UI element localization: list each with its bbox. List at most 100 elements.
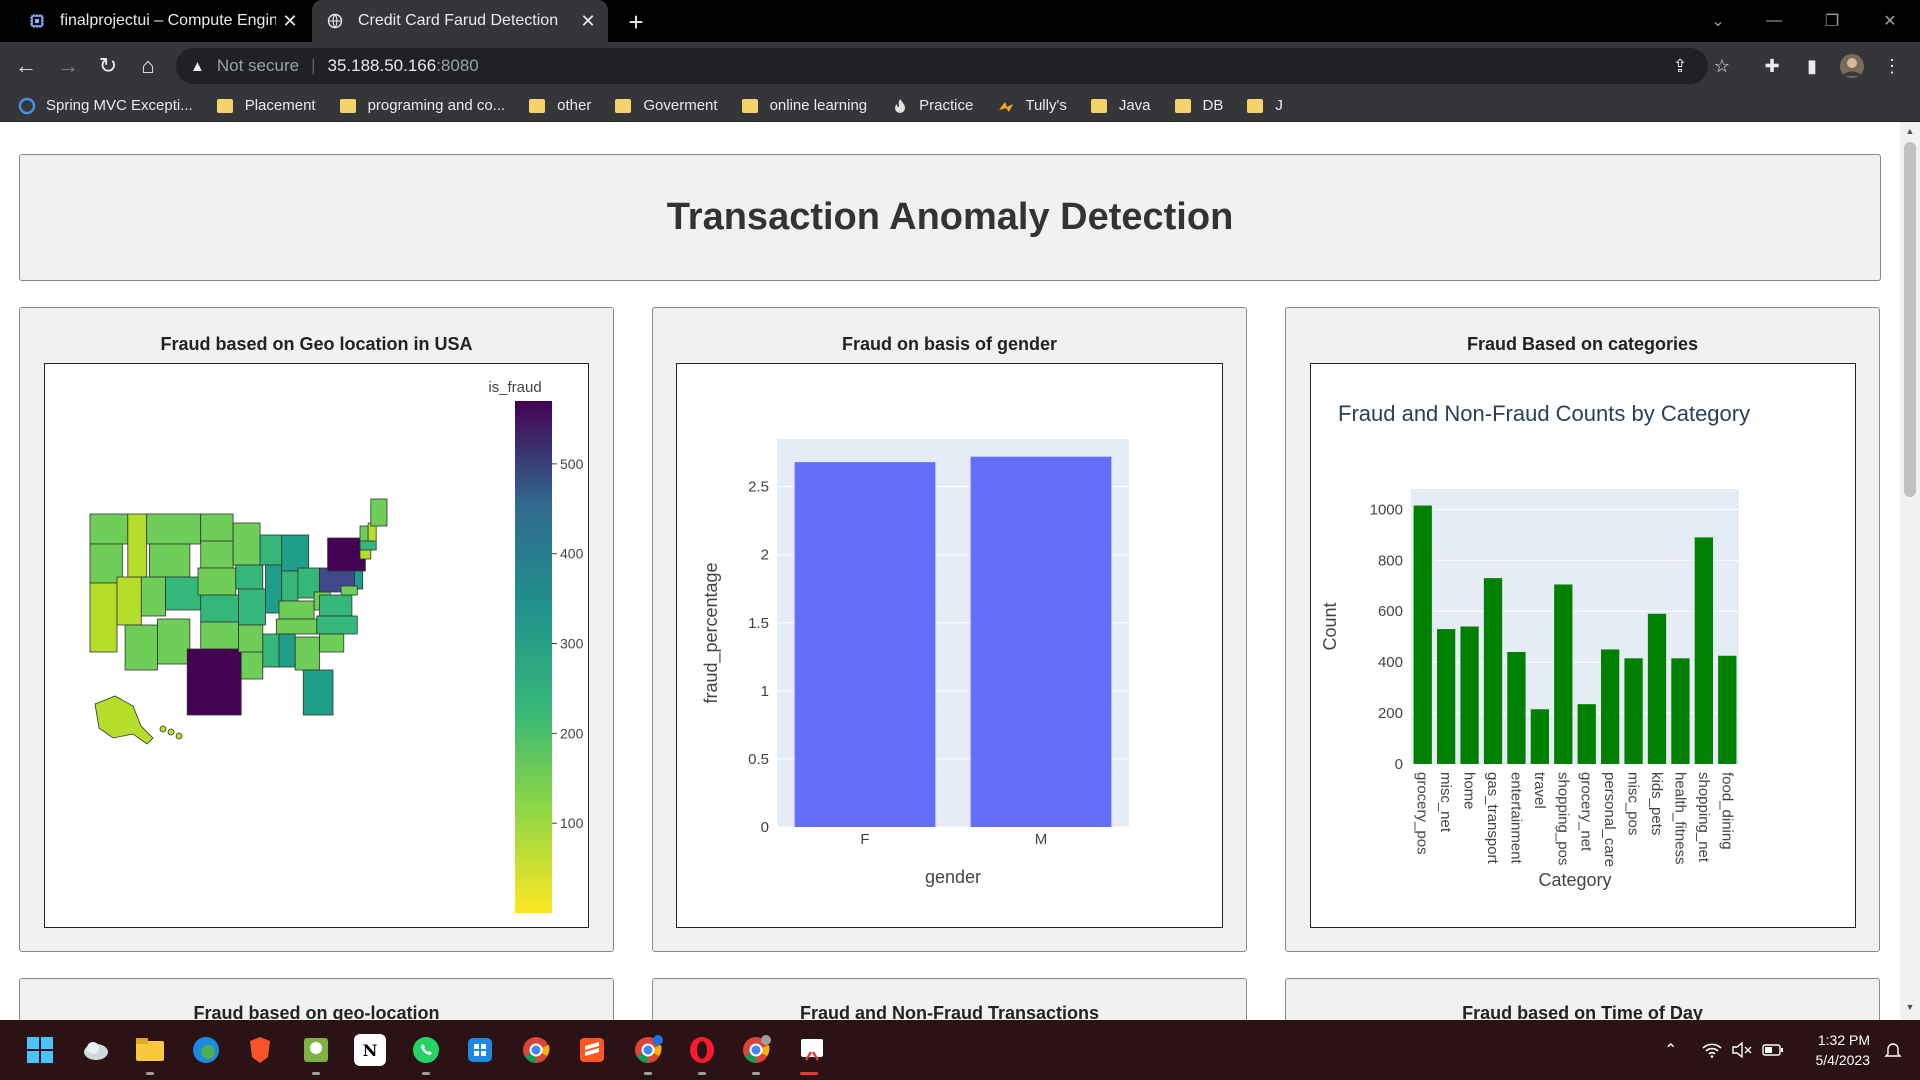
state-ak[interactable] <box>94 695 154 745</box>
bar-grocery_net[interactable] <box>1577 704 1596 764</box>
state-tx[interactable] <box>186 648 242 716</box>
bar-F[interactable] <box>794 462 936 827</box>
store-icon[interactable] <box>464 1034 496 1066</box>
bar-food_dining[interactable] <box>1718 655 1737 764</box>
bookmark-item[interactable]: Practice <box>891 97 973 115</box>
state-wa[interactable] <box>89 513 129 545</box>
start-icon[interactable] <box>24 1034 56 1066</box>
state-sd[interactable] <box>200 540 234 569</box>
bookmark-item[interactable]: Java <box>1090 97 1151 114</box>
battery-icon[interactable] <box>1762 1020 1784 1080</box>
state-hi[interactable] <box>167 728 175 736</box>
close-icon[interactable]: ✕ <box>276 7 304 35</box>
bookmark-star-icon[interactable]: ☆ <box>1706 50 1738 82</box>
home-icon[interactable]: ⌂ <box>132 50 164 82</box>
state-ga[interactable] <box>294 636 320 671</box>
bar-shopping_net[interactable] <box>1694 537 1713 764</box>
tab-search-icon[interactable]: ⌄ <box>1690 0 1746 42</box>
state-la[interactable] <box>240 651 264 680</box>
bar-home[interactable] <box>1460 626 1479 765</box>
profile-avatar[interactable] <box>1836 50 1868 82</box>
notion-icon[interactable]: N <box>354 1034 386 1066</box>
chrome-icon[interactable] <box>520 1034 552 1066</box>
state-hi[interactable] <box>159 725 167 733</box>
page-scrollbar[interactable]: ▲ ▼ <box>1900 122 1920 1020</box>
volume-muted-icon[interactable] <box>1732 1020 1752 1080</box>
widgets-icon[interactable] <box>80 1034 112 1066</box>
app-icon[interactable] <box>300 1034 332 1066</box>
state-vt[interactable] <box>359 525 369 542</box>
state-ct[interactable] <box>359 549 372 560</box>
state-md[interactable] <box>340 585 358 596</box>
state-al[interactable] <box>278 633 296 668</box>
taskbar-clock[interactable]: 1:32 PM 5/4/2023 <box>1800 1030 1871 1070</box>
state-ky[interactable] <box>278 600 315 620</box>
close-icon[interactable]: ✕ <box>574 7 602 35</box>
state-mi[interactable] <box>281 534 310 572</box>
forward-icon[interactable]: → <box>52 50 84 82</box>
state-ar[interactable] <box>238 624 264 653</box>
state-ut[interactable] <box>140 576 167 617</box>
state-ca[interactable] <box>89 582 118 653</box>
state-ma[interactable] <box>359 540 377 551</box>
state-ms[interactable] <box>262 633 280 668</box>
bookmark-item[interactable]: online learning <box>741 97 867 114</box>
bookmark-item[interactable]: Goverment <box>615 97 718 114</box>
share-icon[interactable]: ⇪ <box>1664 50 1696 82</box>
bar-gas_transport[interactable] <box>1483 578 1503 764</box>
edge-icon[interactable] <box>190 1034 222 1066</box>
state-mo[interactable] <box>238 588 266 626</box>
bar-kids_pets[interactable] <box>1647 613 1667 764</box>
scroll-thumb[interactable] <box>1904 142 1916 497</box>
state-wy[interactable] <box>149 543 191 578</box>
bar-travel[interactable] <box>1530 709 1549 764</box>
bookmark-item[interactable]: programing and co... <box>339 97 505 114</box>
reload-icon[interactable]: ↻ <box>92 50 124 82</box>
bar-grocery_pos[interactable] <box>1413 505 1432 764</box>
minimize-icon[interactable]: — <box>1746 0 1802 42</box>
menu-icon[interactable]: ⋮ <box>1876 50 1908 82</box>
new-tab-button[interactable]: + <box>620 6 652 38</box>
bookmark-item[interactable]: Spring MVC Excepti... <box>18 97 193 115</box>
address-bar[interactable]: ▲ Not secure | 35.188.50.166 :8080 <box>176 48 1708 84</box>
bar-M[interactable] <box>970 456 1112 827</box>
wifi-icon[interactable] <box>1702 1020 1722 1080</box>
state-mn[interactable] <box>232 522 261 566</box>
state-hi[interactable] <box>175 732 183 740</box>
state-ks[interactable] <box>200 594 239 623</box>
brave-icon[interactable] <box>244 1034 276 1066</box>
side-panel-icon[interactable]: ▮ <box>1796 50 1828 82</box>
state-nv[interactable] <box>116 576 142 626</box>
state-ne[interactable] <box>197 567 237 596</box>
chrome-profile-icon[interactable] <box>632 1034 664 1066</box>
scroll-down-icon[interactable]: ▼ <box>1905 1002 1915 1012</box>
state-ia[interactable] <box>235 564 264 590</box>
state-sc[interactable] <box>319 633 345 653</box>
bar-misc_pos[interactable] <box>1624 658 1643 764</box>
notification-icon[interactable] <box>1884 1020 1902 1080</box>
bar-entertainment[interactable] <box>1507 651 1526 764</box>
state-va[interactable] <box>319 594 353 617</box>
bookmark-item[interactable]: Tully's <box>997 97 1067 115</box>
file-explorer-icon[interactable] <box>134 1034 166 1066</box>
bookmark-item[interactable]: J <box>1247 97 1283 114</box>
window-close-icon[interactable]: ✕ <box>1862 0 1918 42</box>
bookmark-item[interactable]: Placement <box>216 97 316 114</box>
bookmark-item[interactable]: DB <box>1174 97 1223 114</box>
bar-shopping_pos[interactable] <box>1554 584 1573 764</box>
tab-compute-engine[interactable]: finalprojectui – Compute Engine ✕ <box>14 0 310 42</box>
chrome-alt-icon[interactable] <box>740 1034 772 1066</box>
state-me[interactable] <box>370 498 388 527</box>
restore-icon[interactable]: ❐ <box>1804 0 1860 42</box>
state-nd[interactable] <box>200 513 234 542</box>
state-in[interactable] <box>281 570 299 602</box>
bookmark-item[interactable]: other <box>529 97 591 114</box>
tab-credit-card[interactable]: Credit Card Farud Detection ✕ <box>312 0 608 42</box>
state-co[interactable] <box>165 576 202 611</box>
extensions-icon[interactable]: ✚ <box>1756 50 1788 82</box>
state-ok[interactable] <box>200 621 239 650</box>
back-icon[interactable]: ← <box>10 50 42 82</box>
opera-icon[interactable] <box>686 1034 718 1066</box>
scroll-up-icon[interactable]: ▲ <box>1905 126 1915 136</box>
state-fl[interactable] <box>302 669 334 716</box>
